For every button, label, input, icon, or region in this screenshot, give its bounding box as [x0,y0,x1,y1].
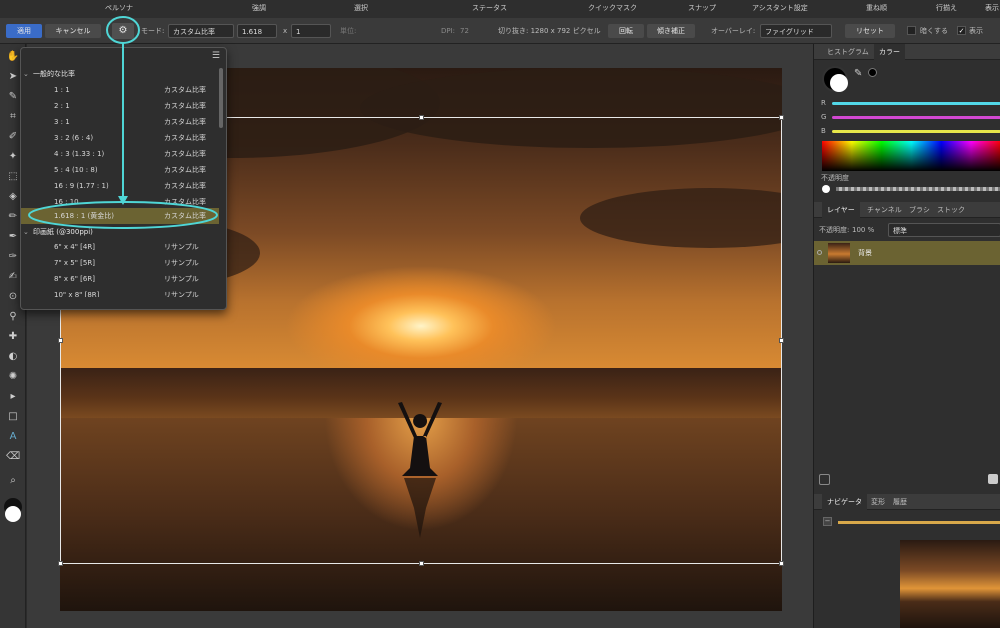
selected-row-highlight [28,201,218,229]
tab-history[interactable]: 履歴 [888,494,912,510]
color-spectrum[interactable] [822,141,1000,171]
layer-opacity-value[interactable]: 100 % [852,223,874,237]
layer-thumbnail [828,243,850,263]
add-layer-icon[interactable] [988,474,998,484]
tab-brushes[interactable]: ブラシ [904,202,935,218]
tab-channels[interactable]: チャンネル [862,202,907,218]
opacity-slider[interactable] [836,187,1000,191]
zoom-slider[interactable] [838,521,1000,524]
studio-panels: ヒストグラム カラー ✎ R G B 不透明度 レイヤー チャンネル ブラシ ス… [813,44,1000,628]
gear-highlight-circle [106,16,140,44]
r-label: R [821,99,826,107]
g-slider[interactable] [832,116,1000,119]
tab-color[interactable]: カラー [874,44,905,60]
tab-histogram[interactable]: ヒストグラム [822,44,874,60]
b-slider[interactable] [832,130,1000,133]
blend-mode-select[interactable]: 標準 [888,223,1000,237]
tab-transform[interactable]: 変形 [866,494,890,510]
tab-navigator[interactable]: ナビゲータ [822,494,867,510]
color-well-secondary[interactable] [830,74,848,92]
layer-tabs: レイヤー チャンネル ブラシ ストック [814,202,1000,218]
tab-layers[interactable]: レイヤー [822,202,860,218]
zoom-out-icon[interactable]: − [823,517,832,526]
picker-icon[interactable]: ✎ [854,68,862,79]
b-label: B [821,127,826,135]
layer-name: 背景 [858,249,872,257]
layer-options-icon[interactable] [819,474,830,485]
opacity-knob[interactable] [822,185,830,193]
tab-stock[interactable]: ストック [932,202,970,218]
callout-arrowhead [118,196,128,205]
layer-opacity-label: 不透明度: [819,226,850,234]
navigator-tabs: ナビゲータ 変形 履歴 [814,494,1000,510]
opacity-label: 不透明度 [821,174,849,182]
layer-row[interactable]: 背景 [814,241,1000,265]
visibility-icon[interactable] [817,250,822,255]
r-slider[interactable] [832,102,1000,105]
navigator-preview[interactable] [900,540,1000,628]
black-swatch[interactable] [868,68,877,77]
g-label: G [821,113,827,121]
color-tabs: ヒストグラム カラー [814,44,1000,60]
